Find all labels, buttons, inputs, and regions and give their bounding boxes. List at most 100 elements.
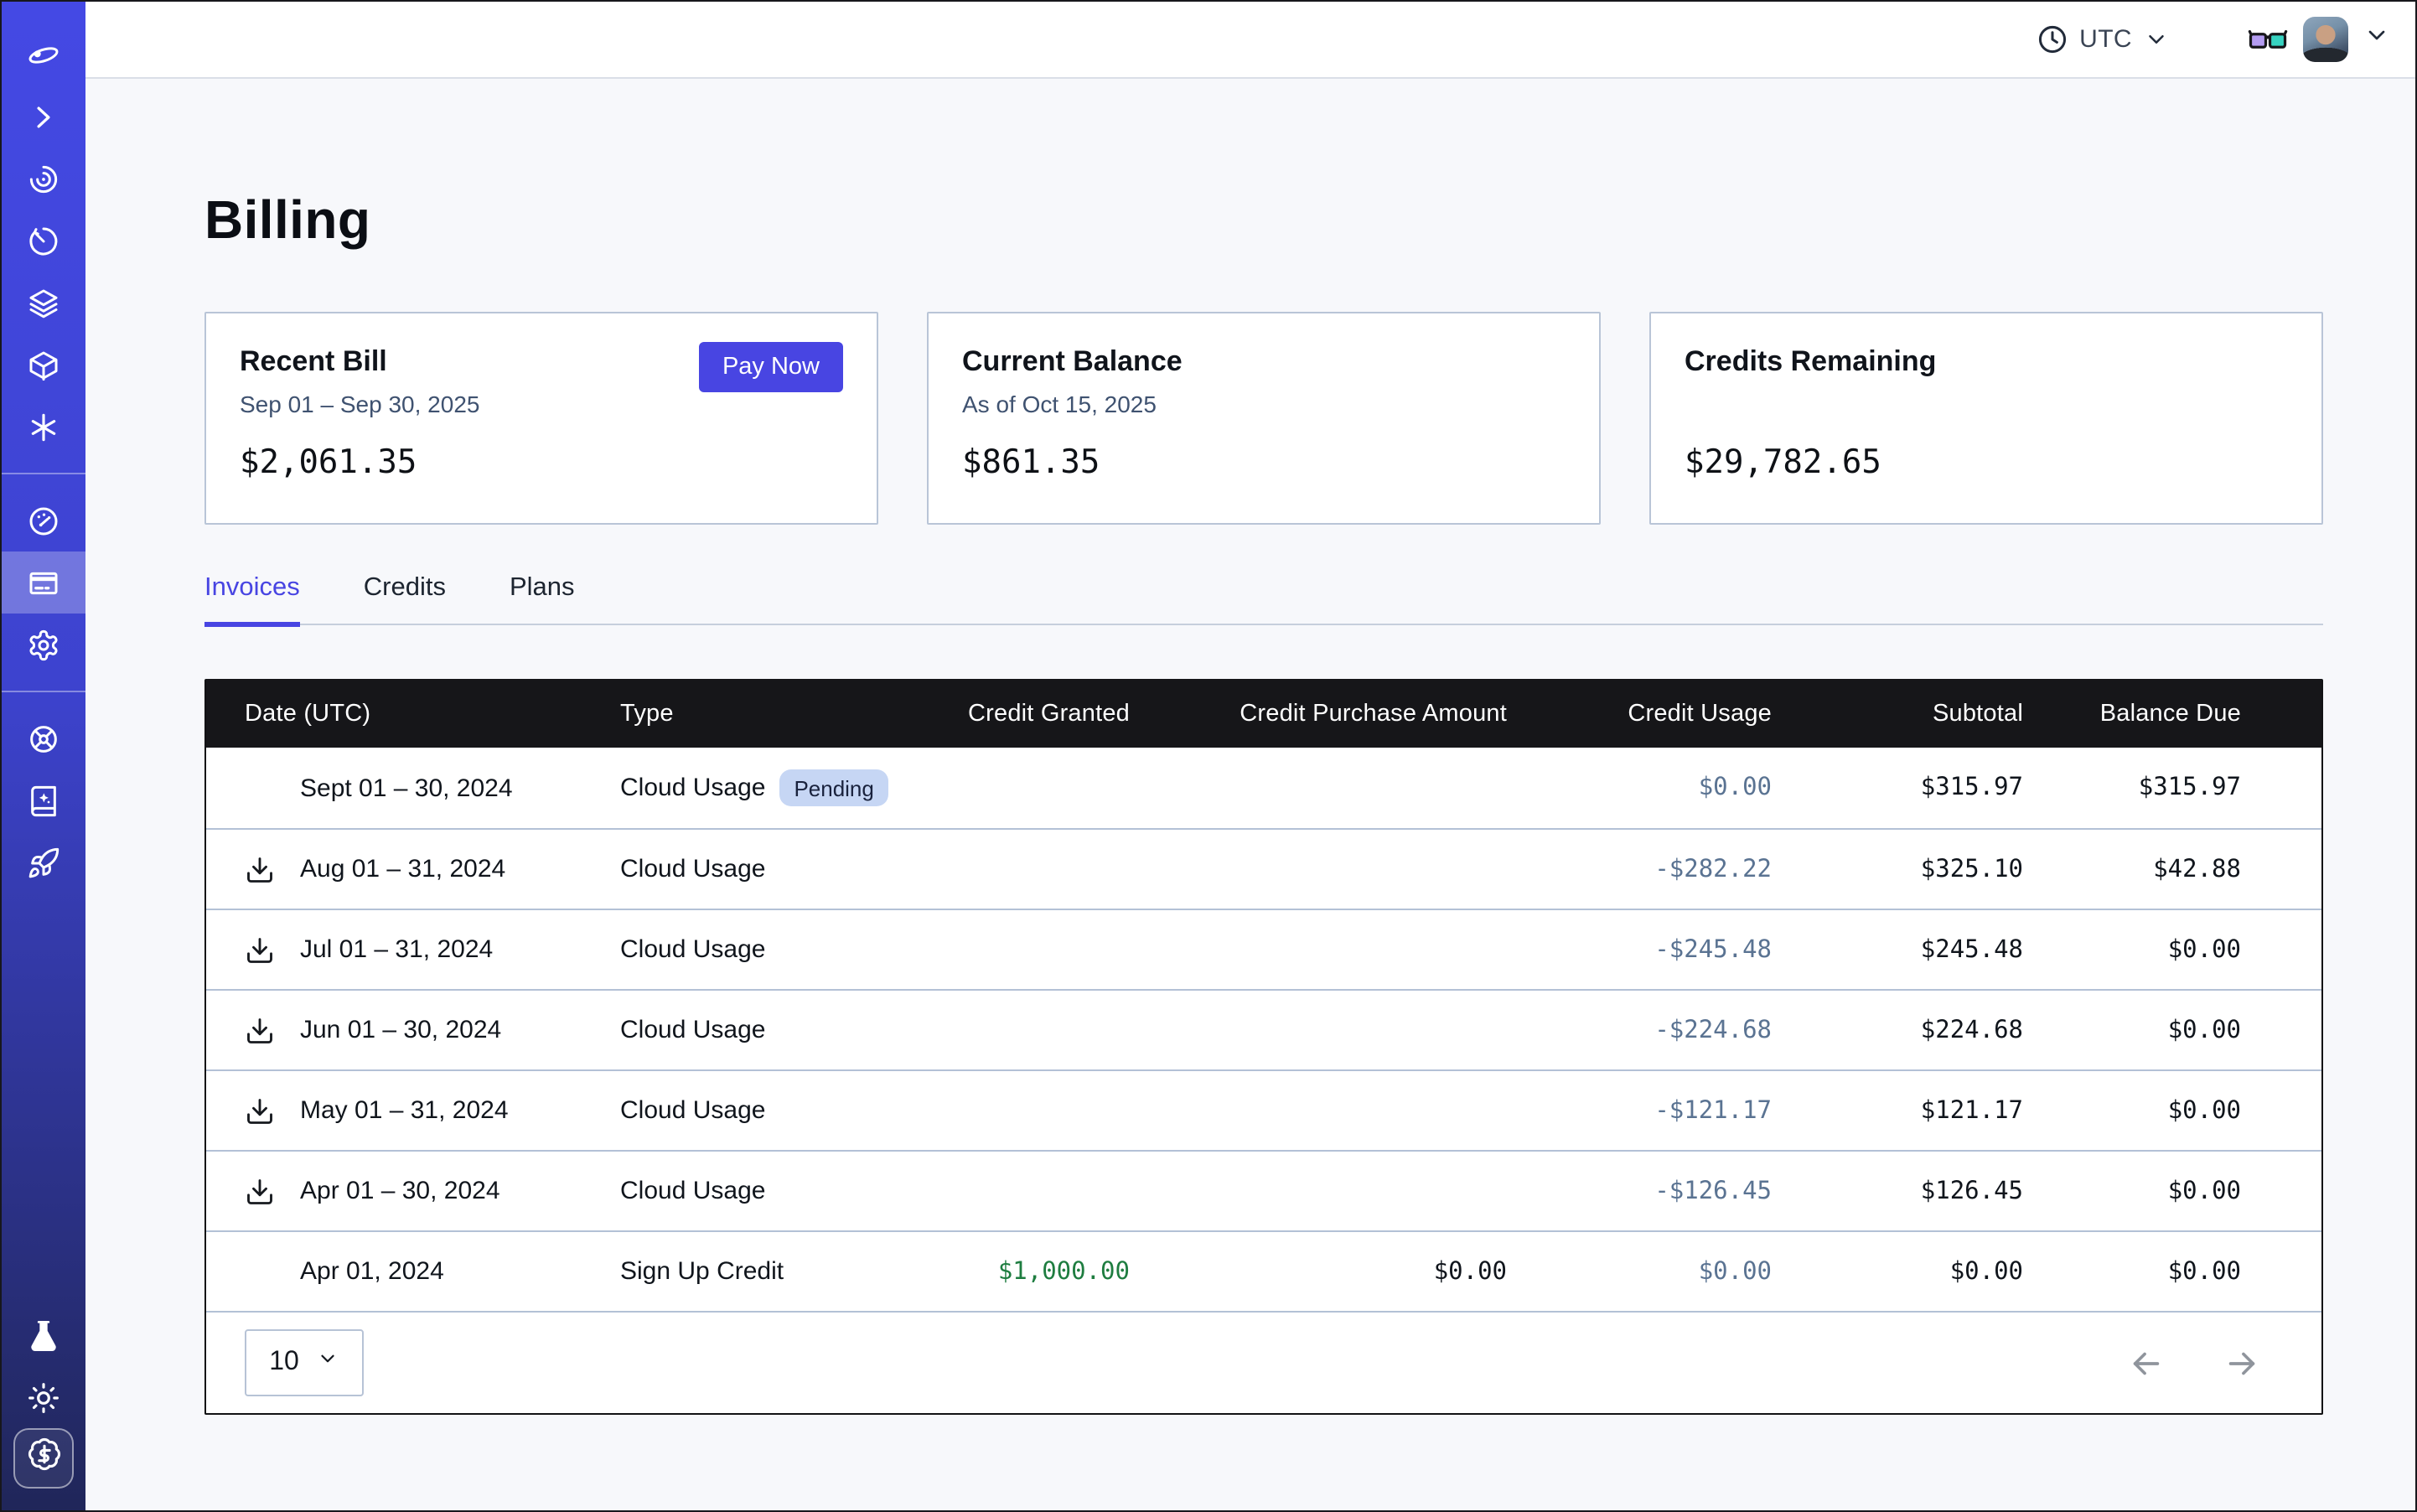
table-row: Aug 01 – 31, 2024Cloud Usage-$282.22$325… [206,828,2321,909]
tab-credits[interactable]: Credits [364,573,446,624]
sidebar-item-services[interactable] [2,396,85,458]
credit-usage-value: -$121.17 [1507,1097,1772,1124]
download-invoice-button[interactable] [245,1094,285,1127]
balance-due-value: $315.97 [2023,774,2241,801]
invoice-type: Cloud Usage [620,1096,765,1125]
invoice-type: Cloud Usage [620,1177,765,1205]
sidebar-item-layers[interactable] [2,272,85,334]
balance-due-value: $0.00 [2023,1258,2241,1285]
sidebar-item-credits[interactable] [13,1428,74,1489]
download-invoice-button[interactable] [245,852,285,886]
pagination: 10 [206,1311,2321,1413]
invoice-type: Cloud Usage [620,774,765,802]
sidebar-item-clusters[interactable] [2,148,85,210]
invoice-date: Apr 01, 2024 [300,1257,444,1286]
invoice-date: Sept 01 – 30, 2024 [300,774,513,802]
box-cube-icon [27,348,60,381]
timezone-picker[interactable]: UTC [2036,23,2169,55]
chevron-down-icon [2144,27,2169,52]
sidebar-item-logo[interactable] [2,23,85,85]
invoice-date: Jul 01 – 31, 2024 [300,935,493,964]
clock-icon [2036,23,2068,55]
notebook-sparkle-icon [27,784,60,817]
column-header-subtotal: Subtotal [1772,700,2023,727]
timer-history-icon [27,224,60,257]
next-page-button[interactable] [2223,1344,2261,1382]
invoice-date: Jun 01 – 30, 2024 [300,1016,501,1044]
page-size-value: 10 [269,1348,299,1378]
column-header-credit-purchase-amount: Credit Purchase Amount [1130,700,1507,727]
credits-remaining-card: Credits Remaining $29,782.65 [1649,312,2323,525]
3d-glasses-icon[interactable] [2248,24,2288,54]
subtotal-value: $0.00 [1772,1258,2023,1285]
chevron-down-icon [318,1348,339,1378]
table-row: May 01 – 31, 2024Cloud Usage-$121.17$121… [206,1069,2321,1150]
sidebar-item-support[interactable] [2,707,85,769]
avatar[interactable] [2303,17,2348,62]
ship-wheel-icon [27,722,60,755]
invoices-table: Date (UTC) Type Credit Granted Credit Pu… [204,679,2323,1415]
summary-cards: Recent Bill Sep 01 – Sep 30, 2025 $2,061… [204,312,2323,525]
credit-usage-value: -$224.68 [1507,1017,1772,1043]
credit-usage-value: -$245.48 [1507,936,1772,963]
download-slot-empty [245,771,285,805]
table-row: Apr 01, 2024Sign Up Credit$1,000.00$0.00… [206,1230,2321,1311]
column-header-date: Date (UTC) [245,700,620,727]
main-content: Billing Recent Bill Sep 01 – Sep 30, 202… [204,79,2323,1415]
page-size-select[interactable]: 10 [245,1329,364,1396]
credit-usage-value: $0.00 [1507,774,1772,801]
sidebar-item-usage[interactable] [2,489,85,551]
sidebar-item-billing[interactable] [2,551,85,614]
invoice-type: Sign Up Credit [620,1257,784,1286]
recent-bill-card: Recent Bill Sep 01 – Sep 30, 2025 $2,061… [204,312,878,525]
subtotal-value: $224.68 [1772,1017,2023,1043]
balance-due-value: $0.00 [2023,1017,2241,1043]
invoice-date: Apr 01 – 30, 2024 [300,1177,500,1205]
tab-plans[interactable]: Plans [510,573,575,624]
card-amount: $861.35 [962,443,1566,481]
download-invoice-button[interactable] [245,933,285,966]
download-invoice-button[interactable] [245,1013,285,1047]
sidebar-item-instances[interactable] [2,334,85,396]
card-amount: $29,782.65 [1685,443,2288,481]
layers-icon [27,286,60,319]
current-balance-card: Current Balance As of Oct 15, 2025 $861.… [927,312,1601,525]
sidebar-item-getting-started[interactable] [2,831,85,893]
card-title: Current Balance [962,345,1566,379]
invoice-date: Aug 01 – 31, 2024 [300,855,505,883]
tab-invoices[interactable]: Invoices [204,573,300,627]
subtotal-value: $245.48 [1772,936,2023,963]
pay-now-button[interactable]: Pay Now [699,342,843,392]
sidebar-divider [2,473,85,474]
card-amount: $2,061.35 [240,443,843,481]
spiral-galaxy-icon [27,162,60,195]
sidebar-item-history[interactable] [2,210,85,272]
invoice-type: Cloud Usage [620,935,765,964]
column-header-credit-granted: Credit Granted [872,700,1130,727]
table-row: Sept 01 – 30, 2024 Cloud Usage Pending $0.0… [206,748,2321,828]
prev-page-button[interactable] [2127,1344,2166,1382]
download-invoice-button[interactable] [245,1174,285,1208]
sidebar-item-labs[interactable] [2,1304,85,1366]
table-row: Apr 01 – 30, 2024Cloud Usage-$126.45$126… [206,1150,2321,1230]
card-subtitle: Sep 01 – Sep 30, 2025 [240,391,843,419]
viewport: UTC Billing Recent Bill Sep 01 – Sep 30,… [0,0,2417,1512]
column-header-balance-due: Balance Due [2023,700,2241,727]
status-badge: Pending [779,769,888,806]
table-body: Sept 01 – 30, 2024 Cloud Usage Pending $0.0… [206,748,2321,1311]
subtotal-value: $325.10 [1772,856,2023,883]
sidebar-item-settings[interactable] [2,614,85,676]
badge-dollar-icon [26,1437,61,1480]
table-row: Jul 01 – 31, 2024 Cloud Usage -$245.48$245… [206,909,2321,989]
sidebar-item-docs[interactable] [2,769,85,831]
gauge-icon [27,504,60,537]
balance-due-value: $0.00 [2023,936,2241,963]
subtotal-value: $315.97 [1772,774,2023,801]
sidebar-divider [2,691,85,692]
sidebar-item-console[interactable] [2,85,85,148]
user-menu-chevron-down-icon[interactable] [2363,22,2390,57]
table-header: Date (UTC) Type Credit Granted Credit Pu… [206,679,2321,748]
sidebar-item-theme[interactable] [2,1366,85,1428]
column-header-credit-usage: Credit Usage [1507,700,1772,727]
app-window: UTC Billing Recent Bill Sep 01 – Sep 30,… [0,0,2417,1512]
